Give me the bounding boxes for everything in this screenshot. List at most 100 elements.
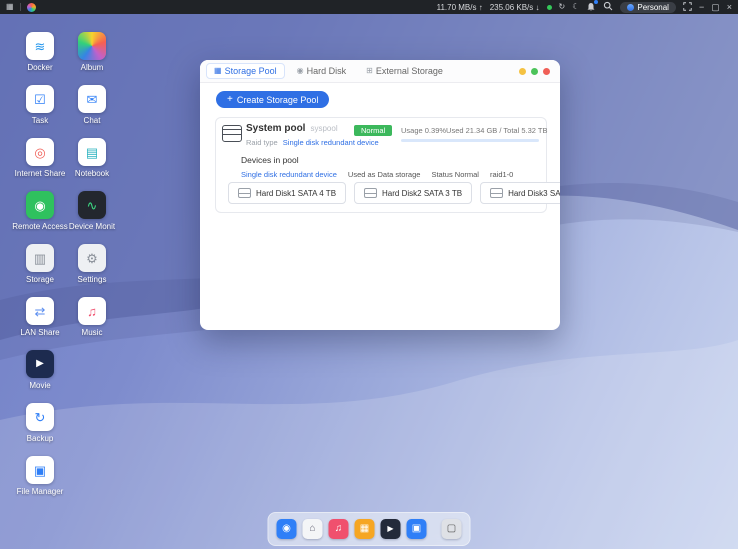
usage-label: Usage 0.39% [401, 126, 446, 135]
desktop-icon-chat[interactable]: ✉ Chat [64, 85, 120, 125]
pool-meta-row: Single disk redundant device Used as Dat… [241, 170, 513, 179]
update-icon[interactable]: ↻ [559, 3, 566, 11]
tab-storage-pool[interactable]: ▦ Storage Pool [206, 63, 285, 79]
online-status-dot [547, 5, 552, 10]
user-menu-label: Personal [637, 3, 669, 12]
launcher-icon[interactable]: ▦ [6, 3, 14, 11]
dock-app-toolbox[interactable]: ▦ [355, 519, 375, 539]
file-manager-icon: ▣ [26, 456, 54, 484]
search-button[interactable] [603, 1, 613, 13]
dock-app-movie[interactable]: ▶ [381, 519, 401, 539]
top-bar-divider [20, 3, 21, 11]
download-speed: 235.06 KB/s ↓ [490, 3, 540, 12]
desktop-icon-music[interactable]: ♫ Music [64, 297, 120, 337]
notifications-button[interactable] [586, 2, 596, 12]
internet-share-icon: ◎ [26, 138, 54, 166]
desktop-icon-file-manager[interactable]: ▣ File Manager [12, 456, 68, 496]
disk-chip-1[interactable]: Hard Disk1 SATA 4 TB [228, 182, 346, 204]
meta-status: Status Normal [431, 170, 479, 179]
movie-icon: ▶ [26, 350, 54, 378]
desktop-icon-backup[interactable]: ↻ Backup [12, 403, 68, 443]
chat-icon: ✉ [78, 85, 106, 113]
close-button[interactable]: × [727, 3, 732, 12]
usage-bar [401, 139, 539, 142]
maximize-button[interactable]: ▢ [711, 3, 720, 12]
search-icon [603, 1, 613, 11]
top-bar: ▦ 11.70 MB/s ↑ 235.06 KB/s ↓ ↻ ☾ [0, 0, 738, 14]
top-bar-right: 11.70 MB/s ↑ 235.06 KB/s ↓ ↻ ☾ Personal [437, 1, 732, 13]
desktop-icon-storage[interactable]: ▥ Storage [12, 244, 68, 284]
user-menu-button[interactable]: Personal [620, 2, 676, 13]
device-monitor-icon: ∿ [78, 191, 106, 219]
desktop-icon-internet-share[interactable]: ◎ Internet Share [12, 138, 68, 178]
notebook-icon: ▤ [78, 138, 106, 166]
desktop-icon-label: Internet Share [15, 169, 66, 178]
disk-icon [238, 188, 251, 198]
meta-raid-id: raid1-0 [490, 170, 513, 179]
hard-disk-tab-icon: ◉ [297, 67, 304, 75]
desktop-icon-label: LAN Share [20, 328, 59, 337]
backup-icon: ↻ [26, 403, 54, 431]
desktop-icon-lan-share[interactable]: ⇄ LAN Share [12, 297, 68, 337]
create-storage-pool-button[interactable]: + Create Storage Pool [216, 91, 329, 108]
tab-label: Storage Pool [225, 66, 277, 76]
desktop-icon-album[interactable]: Album [64, 32, 120, 72]
desktop-icon-movie[interactable]: ▶ Movie [12, 350, 68, 390]
tab-label: Hard Disk [307, 66, 347, 76]
devices-in-pool-title: Devices in pool [241, 155, 299, 165]
fullscreen-icon [683, 2, 692, 11]
disk-icon [364, 188, 377, 198]
lan-share-icon: ⇄ [26, 297, 54, 325]
upload-speed: 11.70 MB/s ↑ [437, 3, 483, 12]
dock-app-files[interactable]: ▣ [407, 519, 427, 539]
create-storage-pool-label: Create Storage Pool [237, 95, 319, 105]
notification-badge [594, 0, 598, 4]
desktop-icon-label: File Manager [17, 487, 64, 496]
desktop-icon-label: Storage [26, 275, 54, 284]
tab-label: External Storage [376, 66, 443, 76]
disk-chip-label: Hard Disk2 SATA 3 TB [382, 189, 462, 198]
system-pool-card: System pool syspool Raid type Single dis… [215, 117, 547, 213]
desktop-icon-label: Device Monit [69, 222, 115, 231]
raid-type-label: Raid type [246, 138, 278, 147]
meta-raid-mode[interactable]: Single disk redundant device [241, 170, 337, 179]
window-zoom-light[interactable] [531, 68, 538, 75]
dock-window-preview[interactable]: ▢ [442, 519, 462, 539]
desktop-icon-remote-access[interactable]: ◉ Remote Access [12, 191, 68, 231]
tab-hard-disk[interactable]: ◉ Hard Disk [289, 63, 355, 79]
disk-chip-2[interactable]: Hard Disk2 SATA 3 TB [354, 182, 472, 204]
desktop-icon-label: Docker [27, 63, 52, 72]
night-mode-icon[interactable]: ☾ [572, 3, 579, 11]
desktop-icon-task[interactable]: ☑ Task [12, 85, 68, 125]
desktop-icon-docker[interactable]: ≋ Docker [12, 32, 68, 72]
os-logo-icon[interactable] [27, 3, 36, 12]
desktop-icon-label: Task [32, 116, 48, 125]
window-close-light[interactable] [543, 68, 550, 75]
desktop-icon-device-monitor[interactable]: ∿ Device Monit [64, 191, 120, 231]
top-bar-left: ▦ [6, 3, 36, 12]
plus-icon: + [227, 95, 233, 105]
task-icon: ☑ [26, 85, 54, 113]
window-minimize-light[interactable] [519, 68, 526, 75]
external-storage-tab-icon: ⊞ [366, 67, 373, 75]
desktop-screen: ▦ 11.70 MB/s ↑ 235.06 KB/s ↓ ↻ ☾ [0, 0, 738, 549]
minimize-button[interactable]: − [699, 3, 704, 12]
desktop-icon-label: Album [81, 63, 104, 72]
dock-app-remote[interactable]: ◉ [277, 519, 297, 539]
raid-type-value[interactable]: Single disk redundant device [283, 138, 379, 147]
storage-icon: ▥ [26, 244, 54, 272]
fullscreen-button[interactable] [683, 2, 692, 13]
dock-app-music[interactable]: ♫ [329, 519, 349, 539]
dock: ◉ ⌂ ♫ ▦ ▶ ▣ ▢ [268, 512, 471, 546]
window-header: ▦ Storage Pool ◉ Hard Disk ⊞ External St… [200, 60, 560, 83]
docker-icon: ≋ [26, 32, 54, 60]
disk-chip-3[interactable]: Hard Disk3 SATA 3 TB [480, 182, 560, 204]
settings-icon: ⚙ [78, 244, 106, 272]
window-body: + Create Storage Pool System pool syspoo… [200, 83, 560, 330]
desktop-icon-notebook[interactable]: ▤ Notebook [64, 138, 120, 178]
disk-chip-label: Hard Disk3 SATA 3 TB [508, 189, 560, 198]
tab-external-storage[interactable]: ⊞ External Storage [358, 63, 451, 79]
desktop-icon-settings[interactable]: ⚙ Settings [64, 244, 120, 284]
meta-used-as: Used as Data storage [348, 170, 421, 179]
dock-app-home[interactable]: ⌂ [303, 519, 323, 539]
